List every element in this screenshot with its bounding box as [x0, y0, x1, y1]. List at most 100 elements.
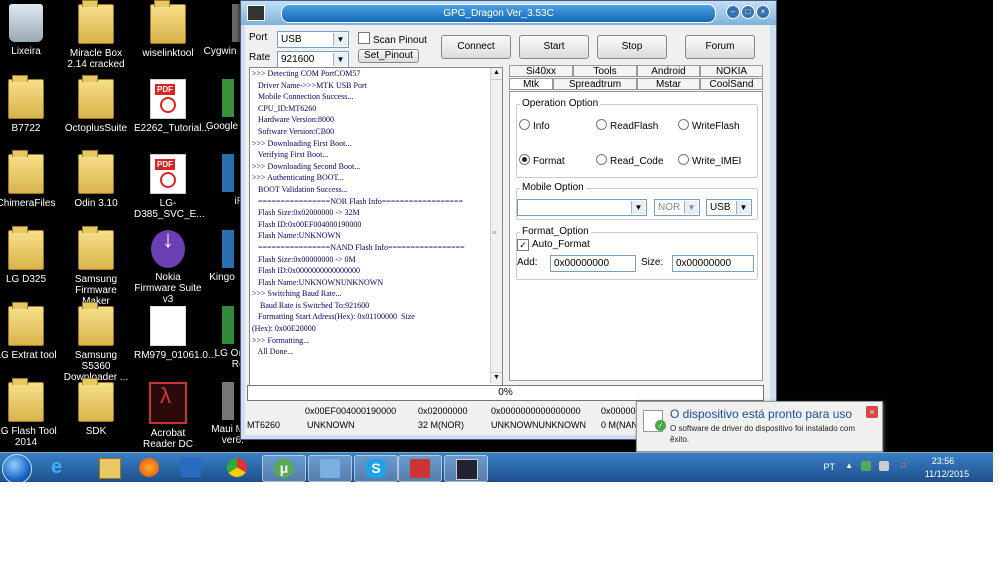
- desktop-icon-kingo[interactable]: Kingo: [200, 228, 244, 283]
- log-line: BOOT Validation Success...: [252, 184, 348, 194]
- desktop-icon-rm979[interactable]: RM979_01061.0...: [134, 304, 216, 361]
- radio-readflash-label: ReadFlash: [610, 121, 659, 132]
- close-icon[interactable]: ×: [756, 5, 770, 19]
- volume-muted-icon[interactable]: ♫: [900, 460, 908, 471]
- log-line: Baud Rate is Switched To:921600: [252, 300, 370, 310]
- add-input[interactable]: 0x00000000: [550, 255, 636, 272]
- tab-mstar[interactable]: Mstar: [637, 78, 700, 90]
- desktop-icon-label: SDK: [85, 426, 107, 437]
- clock-date[interactable]: 11/12/2015: [917, 469, 977, 479]
- desktop-icon-cygwin[interactable]: Cygwin: [198, 2, 242, 57]
- start-button[interactable]: Start: [519, 35, 589, 59]
- desktop-icon-samsung-firmware-maker[interactable]: Samsung Firmware Maker: [62, 226, 130, 307]
- tab-spreadtrum[interactable]: Spreadtrum: [553, 78, 637, 90]
- radio-read-code[interactable]: Read_Code: [596, 154, 663, 167]
- taskbar-gpg-dragon[interactable]: [444, 455, 488, 482]
- radio-format[interactable]: Format: [519, 154, 565, 167]
- connection-type-select[interactable]: USB ▼: [706, 199, 752, 216]
- taskbar-skype[interactable]: S: [354, 455, 398, 482]
- taskbar-firefox[interactable]: [128, 455, 170, 480]
- tab-tools[interactable]: Tools: [573, 65, 637, 77]
- desktop-icon-e2262-tutorial[interactable]: E2262_Tutorial...: [134, 77, 210, 134]
- radio-write-imei[interactable]: Write_IMEI: [678, 154, 741, 167]
- notification-balloon[interactable]: ✓ O dispositivo está pronto para uso O s…: [636, 401, 883, 452]
- tab-nokia[interactable]: NOKIA: [700, 65, 763, 77]
- taskbar-internet-explorer[interactable]: e: [40, 455, 82, 480]
- device-safe-remove-icon[interactable]: [861, 461, 871, 471]
- status-nor-size-hex: 0x02000000: [418, 406, 468, 416]
- desktop-icon-label: Odin 3.10: [74, 198, 118, 209]
- taskbar-outlook[interactable]: [170, 455, 212, 480]
- desktop-icon-label: Nokia Firmware Suite v3: [134, 272, 202, 305]
- tab-mtk[interactable]: Mtk: [509, 78, 553, 90]
- scan-pinout-label: Scan Pinout: [373, 35, 427, 46]
- clock-time[interactable]: 23:56: [917, 456, 969, 466]
- taskbar-file-explorer[interactable]: [88, 455, 130, 480]
- show-hidden-icons-icon[interactable]: ▲: [845, 461, 853, 470]
- tab-android[interactable]: Android: [637, 65, 700, 77]
- rate-select[interactable]: 921600 ▼: [277, 51, 349, 68]
- restore-icon[interactable]: □: [741, 5, 755, 19]
- log-lines: >>> Detecting COM PortCOM57 Driver Name-…: [250, 68, 502, 358]
- taskbar-chrome[interactable]: [216, 455, 258, 480]
- close-icon[interactable]: ×: [866, 406, 878, 418]
- forum-button[interactable]: Forum: [685, 35, 755, 59]
- desktop-icon-lg-d325[interactable]: LG D325: [0, 226, 60, 285]
- memory-type-select[interactable]: NOR ▼: [654, 199, 700, 216]
- scroll-up-icon[interactable]: ▲: [491, 68, 502, 80]
- desktop-icon-odin[interactable]: Odin 3.10: [62, 150, 130, 209]
- desktop-icon-sdk[interactable]: SDK: [62, 378, 130, 437]
- port-select[interactable]: USB ▼: [277, 31, 349, 48]
- log-line: Software Version:CB00: [252, 126, 335, 136]
- desktop-icon-lg-on[interactable]: LG On Rc: [200, 304, 244, 370]
- desktop-icon-lg-extrat-tool[interactable]: LG Extrat tool: [0, 302, 60, 361]
- tab-coolsand[interactable]: CoolSand: [700, 78, 763, 90]
- log-line: ================NAND Flash Info=========…: [252, 242, 465, 252]
- folder-icon: [78, 0, 114, 44]
- size-input[interactable]: 0x00000000: [672, 255, 754, 272]
- desktop-icon-acrobat-reader[interactable]: Acrobat Reader DC: [134, 380, 202, 450]
- log-line: Driver Name->>>MTK USB Port: [252, 80, 367, 90]
- desktop-icon-lg-d385-svc[interactable]: LG-D385_SVC_E...: [134, 152, 205, 220]
- desktop-icon-octoplussuite[interactable]: OctoplusSuite: [62, 75, 130, 134]
- app-icon: [222, 382, 234, 420]
- language-indicator[interactable]: PT: [823, 462, 835, 472]
- desktop-icon-lg-flash-tool[interactable]: LG Flash Tool 2014: [0, 378, 60, 448]
- taskbar-toolbox[interactable]: [398, 455, 442, 482]
- taskbar-utorrent[interactable]: μ: [262, 455, 306, 482]
- scan-pinout-checkbox[interactable]: Scan Pinout: [358, 32, 427, 46]
- radio-button: [519, 119, 530, 130]
- desktop-icon-maui-meta[interactable]: Maui M ver6.: [200, 380, 244, 446]
- connect-button[interactable]: Connect: [441, 35, 511, 59]
- radio-info[interactable]: Info: [519, 119, 550, 132]
- folder-icon: [78, 75, 114, 119]
- log-line: >>> Switching Baud Rate...: [252, 289, 342, 299]
- desktop-icon-recycle-bin[interactable]: Lixeira: [0, 2, 60, 57]
- desktop-icon-google[interactable]: Google: [200, 77, 244, 132]
- desktop-icon-miracle-box[interactable]: Miracle Box 2.14 cracked: [62, 0, 130, 70]
- taskbar-control-panel[interactable]: [308, 455, 352, 482]
- port-label: Port: [249, 32, 268, 43]
- app-icon: [222, 230, 234, 268]
- desktop-icon-b7722[interactable]: B7722: [0, 75, 60, 134]
- desktop-icon-nokia-firmware-suite[interactable]: Nokia Firmware Suite v3: [134, 228, 202, 305]
- auto-format-checkbox[interactable]: ✓ Auto_Format: [517, 239, 590, 251]
- mobile-model-select[interactable]: ▼: [517, 199, 647, 216]
- start-button[interactable]: [2, 454, 32, 482]
- set-pinout-button[interactable]: Set_Pinout: [358, 49, 419, 63]
- radio-readflash[interactable]: ReadFlash: [596, 119, 658, 132]
- log-output[interactable]: >>> Detecting COM PortCOM57 Driver Name-…: [249, 67, 503, 387]
- radio-writeflash[interactable]: WriteFlash: [678, 119, 740, 132]
- scroll-down-icon[interactable]: ▼: [491, 372, 502, 384]
- desktop-icon-wiselinktool[interactable]: wiselinktool: [134, 0, 202, 59]
- window-titlebar[interactable]: GPG_Dragon Ver_3.53C – □ ×: [241, 1, 776, 25]
- minimize-icon[interactable]: –: [726, 5, 740, 19]
- network-icon[interactable]: [879, 461, 889, 471]
- log-scrollbar[interactable]: ▲ ≡ ▼: [490, 68, 502, 384]
- operation-option-group: Operation Option Info ReadFlash WriteFla…: [516, 98, 758, 178]
- desktop-icon-chimerafiles[interactable]: ChimeraFiles: [0, 150, 60, 209]
- tab-si40xx[interactable]: Si40xx: [509, 65, 573, 77]
- stop-button[interactable]: Stop: [597, 35, 667, 59]
- desktop-icon-ir[interactable]: iR: [200, 152, 244, 207]
- desktop-icon-samsung-s5360[interactable]: Samsung S5360 Downloader ...: [62, 302, 130, 383]
